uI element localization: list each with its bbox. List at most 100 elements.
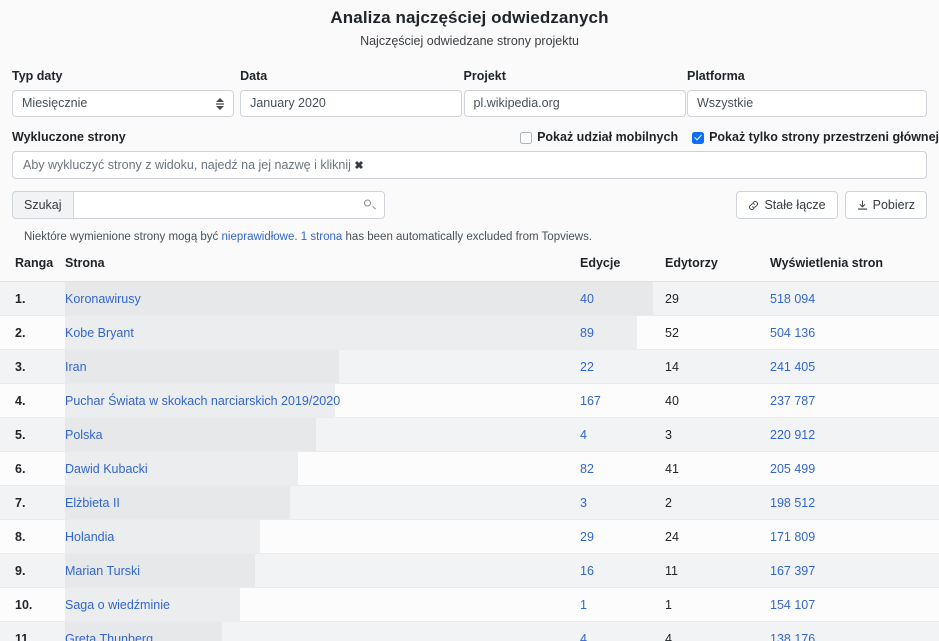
platform-label: Platforma: [687, 69, 745, 83]
cell-views: 138 176: [770, 621, 939, 641]
cell-editors: 3: [665, 417, 770, 452]
search-group: Szukaj: [12, 191, 385, 219]
cell-page: Marian Turski: [65, 553, 580, 588]
table-row[interactable]: 10. Saga o wiedźminie 1 1 154 107: [0, 587, 939, 622]
views-link[interactable]: 241 405: [770, 360, 815, 374]
cell-page: Kobe Bryant: [65, 315, 637, 350]
checkbox-mobile-share[interactable]: Pokaż udział mobilnych: [520, 130, 678, 145]
cell-rank: 8.: [0, 519, 65, 554]
views-link[interactable]: 171 809: [770, 530, 815, 544]
views-link[interactable]: 504 136: [770, 326, 815, 340]
views-link[interactable]: 138 176: [770, 632, 815, 641]
table-row[interactable]: 7. Elżbieta II 3 2 198 512: [0, 485, 939, 520]
page-link[interactable]: Koronawirusy: [65, 292, 141, 306]
column-header-page[interactable]: Strona: [65, 256, 580, 282]
cell-views: 167 397: [770, 553, 939, 588]
cell-rank: 5.: [0, 417, 65, 452]
field-platform: Platforma Wszystkie: [687, 69, 927, 117]
cell-editors: 14: [665, 349, 770, 384]
table-row[interactable]: 8. Holandia 29 24 171 809: [0, 519, 939, 554]
edits-link[interactable]: 40: [580, 292, 594, 306]
table-row[interactable]: 3. Iran 22 14 241 405: [0, 349, 939, 384]
date-input[interactable]: January 2020: [240, 90, 463, 117]
page-link[interactable]: Puchar Świata w skokach narciarskich 201…: [65, 394, 340, 408]
edits-link[interactable]: 22: [580, 360, 594, 374]
cell-page: Koronawirusy: [65, 281, 653, 316]
column-header-editors[interactable]: Edytorzy: [665, 256, 770, 282]
table-row[interactable]: 4. Puchar Świata w skokach narciarskich 2…: [0, 383, 939, 418]
cell-edits: 89: [580, 315, 665, 350]
cell-views: 171 809: [770, 519, 939, 554]
date-type-select[interactable]: Miesięcznie: [12, 90, 234, 117]
views-link[interactable]: 220 912: [770, 428, 815, 442]
column-header-views[interactable]: Wyświetlenia stron: [770, 256, 939, 282]
cell-rank: 10.: [0, 587, 65, 622]
cell-views: 518 094: [770, 281, 939, 316]
note-link-invalid[interactable]: nieprawidłowe: [222, 231, 295, 243]
invalid-pages-note: Niektóre wymienione strony mogą być niep…: [0, 230, 939, 245]
cell-page: Saga o wiedźminie: [65, 587, 580, 622]
views-link[interactable]: 237 787: [770, 394, 815, 408]
table-row[interactable]: 1. Koronawirusy 40 29 518 094: [0, 281, 939, 316]
excluded-pages-input[interactable]: Aby wykluczyć strony z widoku, najedź na…: [12, 151, 927, 179]
table-row[interactable]: 5. Polska 4 3 220 912: [0, 417, 939, 452]
views-link[interactable]: 198 512: [770, 496, 815, 510]
table-row[interactable]: 11. Greta Thunberg 4 4 138 176: [0, 621, 939, 641]
checkbox-box[interactable]: [520, 131, 533, 144]
cell-edits: 167: [580, 383, 665, 418]
column-header-rank[interactable]: Ranga: [0, 256, 65, 282]
edits-link[interactable]: 16: [580, 564, 594, 578]
views-link[interactable]: 205 499: [770, 462, 815, 476]
exclude-section: Wykluczone strony Pokaż udział mobilnych…: [0, 130, 939, 179]
page-title: Analiza najczęściej odwiedzanych: [330, 8, 609, 27]
filter-form: Typ daty Miesięcznie Data January 2020 P…: [0, 69, 939, 117]
edits-link[interactable]: 167: [580, 394, 601, 408]
page-link[interactable]: Saga o wiedźminie: [65, 598, 170, 612]
page-link[interactable]: Holandia: [65, 530, 114, 544]
date-type-select-wrap[interactable]: Miesięcznie: [12, 90, 234, 117]
pageviews-bar: [65, 282, 653, 315]
search-input[interactable]: [72, 191, 385, 219]
download-button[interactable]: Pobierz: [844, 191, 927, 219]
edits-link[interactable]: 29: [580, 530, 594, 544]
download-icon: [857, 200, 867, 210]
cell-page: Iran: [65, 349, 580, 384]
column-header-edits[interactable]: Edycje: [580, 256, 665, 282]
page-link[interactable]: Iran: [65, 360, 87, 374]
views-link[interactable]: 518 094: [770, 292, 815, 306]
table-row[interactable]: 9. Marian Turski 16 11 167 397: [0, 553, 939, 588]
search-addon-label: Szukaj: [12, 191, 73, 219]
views-link[interactable]: 167 397: [770, 564, 815, 578]
platform-select[interactable]: Wszystkie: [687, 90, 927, 117]
page-link[interactable]: Kobe Bryant: [65, 326, 134, 340]
edits-link[interactable]: 4: [580, 428, 587, 442]
cell-views: 220 912: [770, 417, 939, 452]
cell-views: 198 512: [770, 485, 939, 520]
cell-editors: 29: [665, 281, 770, 316]
edits-link[interactable]: 4: [580, 632, 587, 641]
cell-rank: 3.: [0, 349, 65, 384]
cell-page: Holandia: [65, 519, 580, 554]
page-link[interactable]: Elżbieta II: [65, 496, 120, 510]
cell-views: 237 787: [770, 383, 939, 418]
exclude-header: Wykluczone strony Pokaż udział mobilnych…: [12, 130, 939, 145]
excluded-pages-placeholder: Aby wykluczyć strony z widoku, najedź na…: [23, 158, 351, 172]
checkbox-box-checked[interactable]: [692, 131, 705, 144]
table-row[interactable]: 6. Dawid Kubacki 82 41 205 499: [0, 451, 939, 486]
edits-link[interactable]: 3: [580, 496, 587, 510]
page-link[interactable]: Dawid Kubacki: [65, 462, 148, 476]
edits-link[interactable]: 82: [580, 462, 594, 476]
edits-link[interactable]: 1: [580, 598, 587, 612]
permalink-button[interactable]: Stałe łącze: [736, 191, 838, 219]
page-link[interactable]: Greta Thunberg: [65, 632, 153, 641]
project-label: Projekt: [463, 69, 506, 83]
page-link[interactable]: Polska: [65, 428, 103, 442]
page-link[interactable]: Marian Turski: [65, 564, 140, 578]
action-buttons: Stałe łącze Pobierz: [736, 191, 927, 219]
note-link-excluded-count[interactable]: 1 strona: [301, 231, 343, 243]
project-input[interactable]: pl.wikipedia.org: [463, 90, 686, 117]
edits-link[interactable]: 89: [580, 326, 594, 340]
table-row[interactable]: 2. Kobe Bryant 89 52 504 136: [0, 315, 939, 350]
views-link[interactable]: 154 107: [770, 598, 815, 612]
checkbox-mainspace-only[interactable]: Pokaż tylko strony przestrzeni głównej: [692, 130, 939, 145]
